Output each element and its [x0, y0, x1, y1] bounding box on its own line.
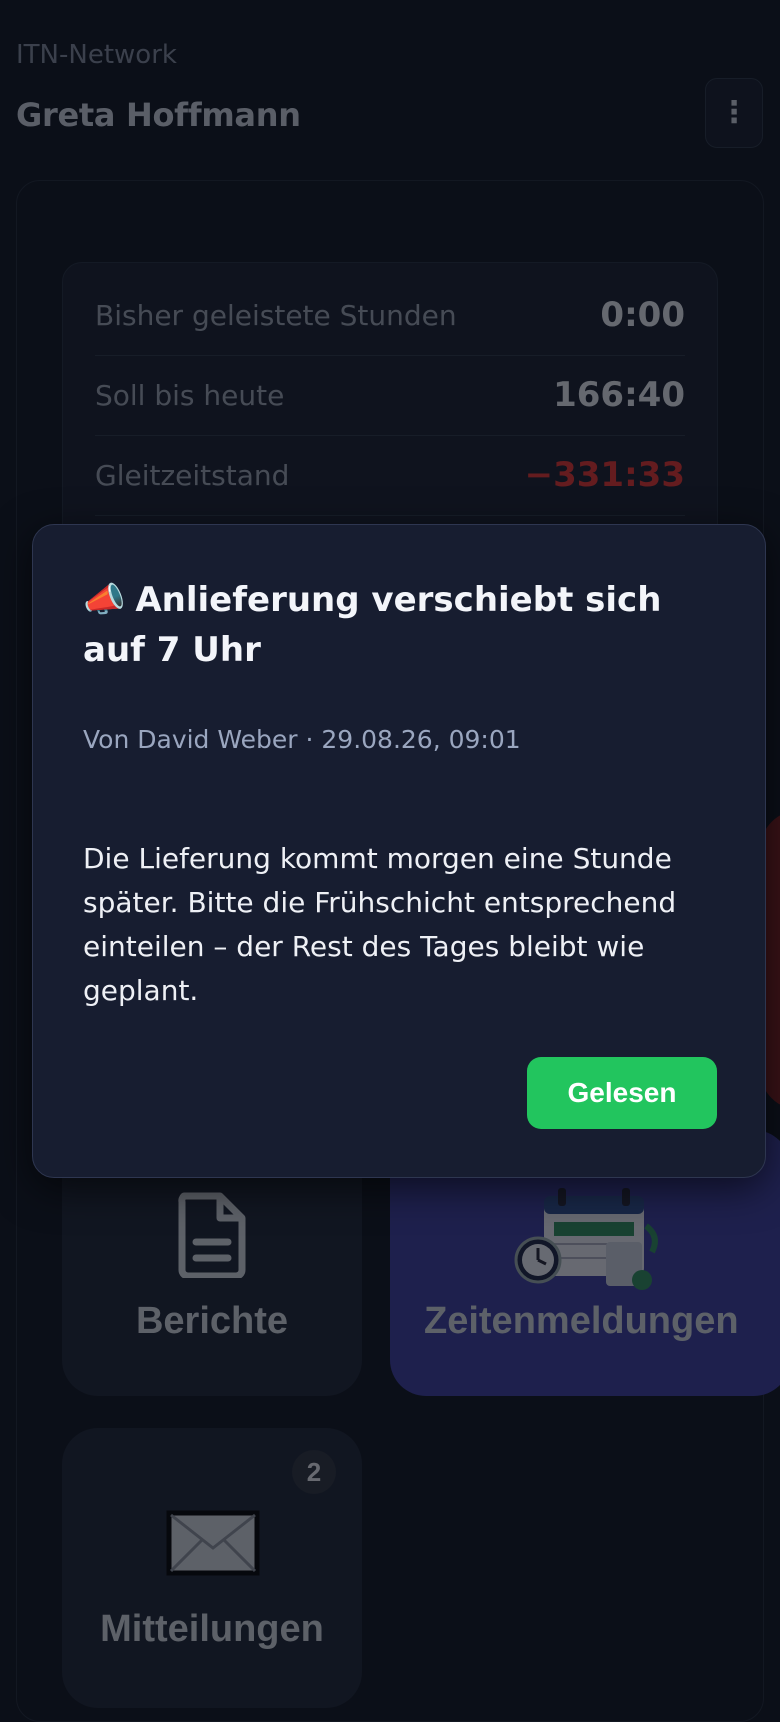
- dialog-title: Anlieferung verschiebt sich auf 7 Uhr: [83, 580, 662, 670]
- dialog-meta: Von David Weber · 29.08.26, 09:01: [83, 725, 521, 754]
- dialog-title-wrapper: 📣 Anlieferung verschiebt sich auf 7 Uhr: [83, 575, 723, 675]
- announcement-dialog: 📣 Anlieferung verschiebt sich auf 7 Uhr V…: [32, 524, 766, 1178]
- mark-read-button[interactable]: Gelesen: [527, 1057, 717, 1129]
- megaphone-icon: 📣: [83, 580, 126, 620]
- dialog-body: Die Lieferung kommt morgen eine Stunde s…: [83, 842, 677, 1007]
